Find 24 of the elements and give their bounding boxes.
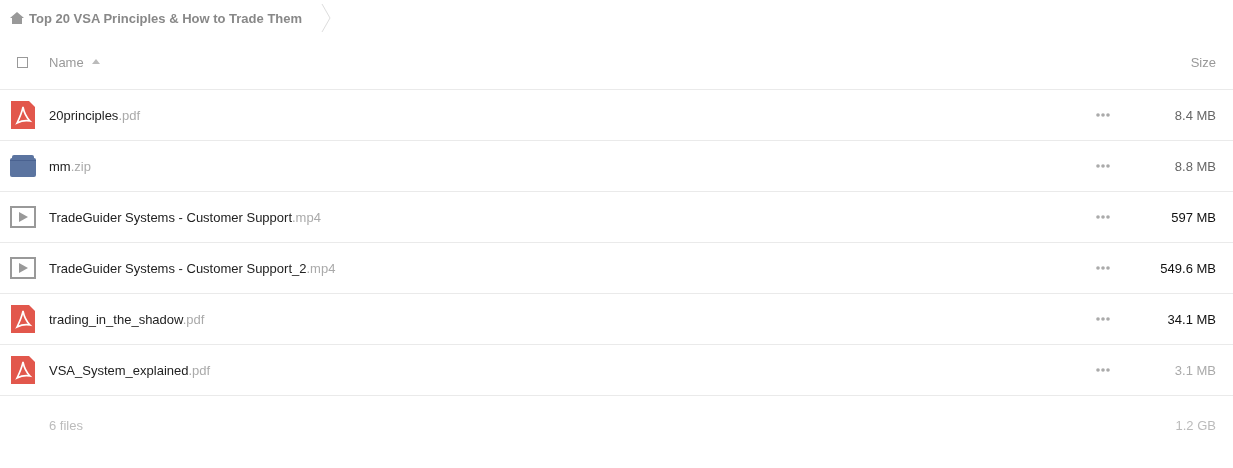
file-name[interactable]: mm.zip [49, 158, 91, 174]
file-size: 549.6 MB [1160, 260, 1216, 276]
file-name[interactable]: TradeGuider Systems - Customer Support_2.mp4 [49, 260, 336, 276]
total-size: 1.2 GB [1175, 417, 1216, 433]
file-size: 8.4 MB [1174, 107, 1216, 123]
more-options-icon[interactable] [1096, 266, 1110, 270]
file-count: 6 files [49, 417, 83, 433]
file-name[interactable]: 20principles.pdf [49, 107, 141, 123]
more-options-icon[interactable] [1096, 368, 1110, 372]
file-size: 34.1 MB [1167, 311, 1216, 327]
home-icon[interactable] [10, 12, 24, 24]
more-options-icon[interactable] [1096, 113, 1110, 117]
file-name[interactable]: trading_in_the_shadow.pdf [49, 311, 205, 327]
more-options-icon[interactable] [1096, 164, 1110, 168]
breadcrumb-link[interactable]: Top 20 VSA Principles & How to Trade Them [29, 10, 303, 26]
more-options-icon[interactable] [1096, 317, 1110, 321]
file-name[interactable]: VSA_System_explained.pdf [49, 362, 211, 378]
file-size: 597 MB [1171, 209, 1216, 225]
file-name[interactable]: TradeGuider Systems - Customer Support.mp4 [49, 209, 321, 225]
select-all-checkbox[interactable] [17, 57, 28, 68]
chevron-icon [321, 3, 332, 33]
file-size: 8.8 MB [1174, 158, 1216, 174]
more-options-icon[interactable] [1096, 215, 1110, 219]
file-size: 3.1 MB [1174, 362, 1216, 378]
